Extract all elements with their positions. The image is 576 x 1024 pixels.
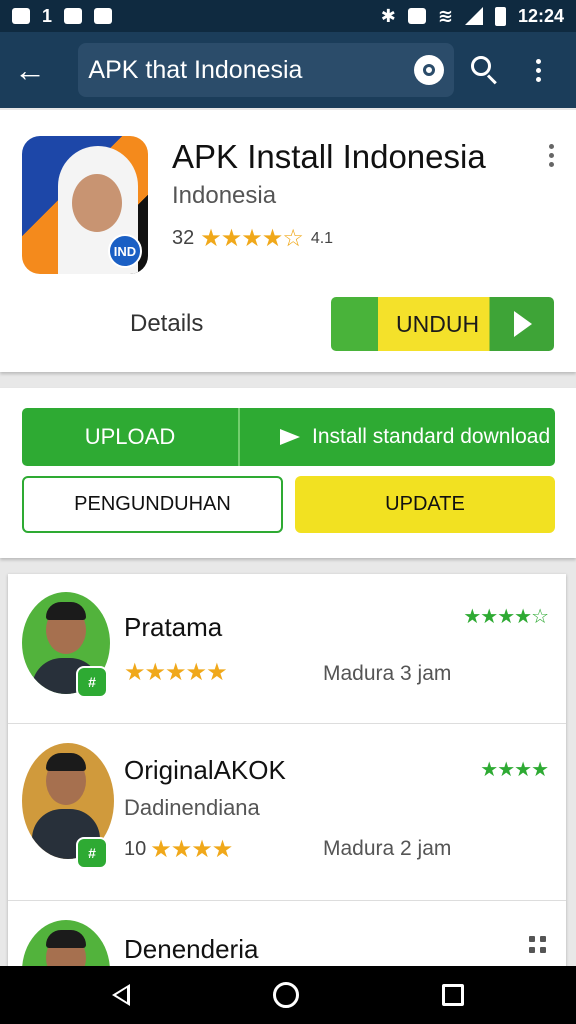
toolbar: ← APK that Indonesia — [0, 32, 576, 108]
reviews-list: # Pratama ★★★★★ Madura 3 jam ★★★★☆ # Ori… — [8, 574, 566, 974]
list-item-meta: Madura 2 jam — [323, 837, 452, 860]
overflow-menu-button[interactable] — [516, 58, 562, 82]
search-field[interactable]: APK that Indonesia — [78, 43, 454, 97]
send-icon — [280, 429, 300, 445]
star-rating-icon: ★★★★☆ — [200, 225, 304, 252]
list-item-count: 10 — [124, 838, 147, 860]
install-button[interactable]: UNDUH — [331, 297, 554, 351]
list-item[interactable]: # OriginalAKOK Dadinendiana 10 ★★★★ Madu… — [8, 725, 566, 901]
verified-badge-icon: # — [76, 666, 108, 698]
list-item-meta: Madura 3 jam — [323, 662, 452, 685]
clock: 12:24 — [517, 5, 564, 26]
app-icon[interactable]: IND — [22, 136, 148, 274]
standard-download-button[interactable]: Install standard download — [240, 408, 555, 466]
nav-recents-icon[interactable] — [442, 984, 465, 1006]
install-label: UNDUH — [396, 310, 480, 337]
voice-search-icon[interactable] — [413, 55, 444, 85]
search-query: APK that Indonesia — [88, 55, 303, 84]
action-card: UPLOAD Install standard download PENGUND… — [0, 388, 576, 558]
search-button[interactable] — [462, 56, 508, 85]
nav-home-icon[interactable] — [272, 982, 299, 1008]
notification-icon-2 — [94, 8, 113, 24]
app-developer[interactable]: Indonesia — [172, 182, 276, 210]
star-rating-icon: ★★★★ — [150, 836, 233, 863]
back-arrow-icon[interactable]: ← — [14, 54, 52, 86]
star-rating-icon: ★★★★★ — [124, 659, 228, 686]
update-button[interactable]: UPDATE — [295, 476, 555, 533]
downloads-button[interactable]: PENGUNDUHAN — [22, 476, 283, 533]
vibrate-icon — [407, 8, 426, 24]
app-header-card: IND APK Install Indonesia Indonesia 32 ★… — [0, 110, 576, 372]
app-rating: 32 ★★★★☆ 4.1 — [172, 224, 333, 253]
search-icon — [470, 56, 499, 85]
notification-count: 1 — [42, 5, 53, 26]
status-bar: 1 ✱ ≋ 12:24 — [0, 0, 576, 32]
standard-download-label: Install standard download — [312, 425, 551, 448]
details-link[interactable]: Details — [130, 310, 203, 338]
list-item[interactable]: # Pratama ★★★★★ Madura 3 jam ★★★★☆ — [8, 574, 566, 724]
signal-icon — [464, 7, 483, 25]
system-nav-bar — [0, 966, 576, 1024]
status-left-icons: 1 — [12, 5, 113, 27]
status-right-icons: ✱ ≋ 12:24 — [381, 6, 564, 27]
list-item-name: OriginalAKOK — [124, 755, 286, 785]
play-arrow-icon — [514, 311, 532, 337]
rating-count: 32 — [172, 227, 195, 249]
list-item-name: Pratama — [124, 612, 223, 642]
list-item-subtitle: Dadinendiana — [124, 795, 260, 820]
upload-button[interactable]: UPLOAD — [22, 408, 240, 466]
app-title: APK Install Indonesia — [172, 138, 486, 175]
app-more-icon[interactable] — [549, 144, 554, 167]
app-icon-badge: IND — [108, 234, 142, 268]
nav-back-icon[interactable] — [111, 984, 130, 1006]
list-item[interactable]: Denenderia — [8, 902, 566, 974]
gallery-icon — [12, 8, 30, 24]
wifi-icon: ≋ — [437, 5, 453, 26]
notification-icon — [64, 8, 83, 24]
rating-suffix: 4.1 — [310, 229, 334, 247]
verified-badge-icon: # — [76, 837, 108, 869]
list-item-rating-icon: ★★★★☆ — [463, 606, 549, 628]
grid-menu-icon[interactable] — [529, 936, 546, 953]
download-action-bar: UPLOAD Install standard download — [22, 408, 555, 466]
list-item-stars: 10 ★★★★ — [124, 835, 233, 864]
list-item-rating-icon: ★★★★ — [480, 759, 549, 781]
battery-icon — [494, 6, 506, 26]
more-vert-icon — [536, 58, 542, 82]
list-item-stars: ★★★★★ — [124, 658, 228, 687]
list-item-name: Denenderia — [124, 934, 259, 964]
bluetooth-icon: ✱ — [380, 5, 396, 26]
